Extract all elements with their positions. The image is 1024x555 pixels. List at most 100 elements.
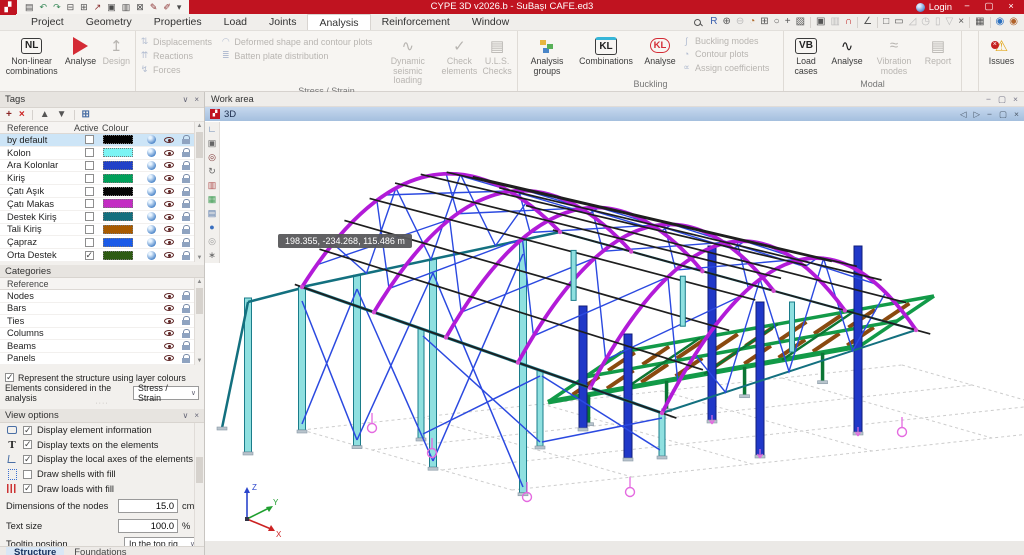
menu-item[interactable]: Geometry: [75, 14, 143, 30]
cancel-icon[interactable]: ×: [958, 14, 964, 30]
close-icon[interactable]: ×: [1014, 109, 1019, 120]
colour-swatch[interactable]: [103, 135, 133, 145]
visibility-eye-icon[interactable]: [163, 136, 174, 143]
maximize-icon[interactable]: ▢: [978, 0, 1000, 14]
lock-icon[interactable]: [181, 212, 190, 222]
minimize-icon[interactable]: −: [956, 0, 978, 14]
minimize-icon[interactable]: −: [987, 109, 992, 120]
elements-considered-select[interactable]: Stress / Strain ∨: [133, 383, 199, 403]
active-checkbox[interactable]: [84, 199, 94, 209]
separator[interactable]: [989, 16, 991, 28]
lock-icon[interactable]: [181, 186, 190, 196]
visibility-eye-icon[interactable]: [163, 162, 174, 169]
category-row[interactable]: Columns: [0, 327, 204, 340]
lock-icon[interactable]: [181, 173, 190, 183]
tags-scrollbar[interactable]: ▲ ▼: [194, 122, 204, 262]
pan-icon[interactable]: ∗: [208, 250, 216, 261]
separator[interactable]: [810, 16, 812, 28]
colour-swatch[interactable]: [103, 250, 133, 260]
cube-icon[interactable]: ▣: [208, 138, 217, 149]
help-icon[interactable]: ◉: [1009, 14, 1018, 30]
redraw-icon[interactable]: R: [710, 14, 717, 30]
visibility-eye-icon[interactable]: [163, 239, 174, 246]
lock-icon[interactable]: [181, 328, 190, 338]
render-3d-icon[interactable]: [147, 186, 156, 196]
visibility-eye-icon[interactable]: [163, 317, 174, 324]
axes-icon[interactable]: ∟: [208, 124, 217, 135]
option-checkbox[interactable]: [23, 454, 32, 465]
text-size-input[interactable]: [118, 518, 178, 533]
render-3d-icon[interactable]: [147, 224, 156, 234]
render-3d-icon[interactable]: [147, 148, 156, 158]
sphere-icon[interactable]: ●: [209, 222, 214, 233]
non-linear-combinations-button[interactable]: NL Non-linear combinations: [3, 33, 60, 76]
colour-swatch[interactable]: [103, 186, 133, 196]
delete-tag-icon[interactable]: ×: [19, 108, 25, 121]
render-3d-icon[interactable]: [147, 173, 156, 183]
close-panel-icon[interactable]: ×: [194, 411, 199, 420]
design-button[interactable]: ↥ Design: [101, 33, 132, 67]
forces-button[interactable]: ↯ Forces: [139, 64, 220, 75]
prev-view-icon[interactable]: ◁: [960, 109, 967, 120]
category-row[interactable]: Nodes: [0, 290, 204, 303]
buckling-analyse-button[interactable]: KL Analyse: [639, 33, 681, 67]
capture-icon[interactable]: ▣: [107, 0, 116, 14]
lock-icon[interactable]: [181, 250, 190, 260]
export-icon[interactable]: ↗: [94, 0, 102, 14]
window-icon[interactable]: ▤: [208, 208, 217, 219]
copy-icon[interactable]: ⊞: [80, 0, 88, 14]
zoom-in-icon[interactable]: ⊕: [722, 14, 730, 30]
option-checkbox[interactable]: [23, 483, 32, 494]
menu-item[interactable]: Reinforcement: [371, 14, 461, 30]
move-down-icon[interactable]: ▼: [57, 108, 67, 121]
collapse-panel-icon[interactable]: ∨: [182, 95, 188, 104]
analysis-groups-button[interactable]: Analysis groups: [521, 33, 573, 76]
visibility-eye-icon[interactable]: [163, 226, 174, 233]
colour-swatch[interactable]: [103, 224, 133, 234]
visibility-eye-icon[interactable]: [163, 355, 174, 362]
select-view-icon[interactable]: ◎: [208, 152, 216, 163]
minimize-icon[interactable]: −: [986, 94, 991, 105]
menu-item[interactable]: Properties: [143, 14, 213, 30]
active-checkbox[interactable]: [84, 212, 94, 222]
move-up-icon[interactable]: ▲: [40, 108, 50, 121]
assign-coefficients-button[interactable]: ∝ Assign coefficients: [681, 62, 777, 73]
uls-checks-button[interactable]: ▤ U.L.S. Checks: [480, 33, 514, 76]
menu-item[interactable]: Load: [213, 14, 258, 30]
menu-item[interactable]: Window: [461, 14, 520, 30]
displacements-button[interactable]: ⇅ Displacements: [139, 36, 220, 47]
category-row[interactable]: Beams: [0, 340, 204, 353]
view-3d-titlebar[interactable]: ▞ 3D ◁ ▷ − ▢ ×: [205, 107, 1024, 121]
visibility-eye-icon[interactable]: [163, 188, 174, 195]
close-icon[interactable]: ×: [1013, 94, 1018, 105]
analyse-button[interactable]: Analyse: [60, 33, 100, 67]
option-checkbox[interactable]: [23, 425, 32, 436]
tools-icon[interactable]: ✐: [163, 0, 171, 14]
visibility-eye-icon[interactable]: [163, 342, 174, 349]
lock-icon[interactable]: [181, 135, 190, 145]
render-3d-icon[interactable]: [147, 237, 156, 247]
screen-icon[interactable]: ▭: [894, 14, 903, 30]
visibility-eye-icon[interactable]: [163, 330, 174, 337]
colour-swatch[interactable]: [103, 237, 133, 247]
modal-analyse-button[interactable]: ∿ Analyse: [825, 33, 869, 67]
canvas-3d[interactable]: ∟ ▣ ◎ ↻ ▥ ▦ ▤ ● ◎ ∗ 198.355, -234.268, 115.486 m …: [205, 121, 1024, 541]
lock-icon[interactable]: ⊠: [136, 0, 144, 14]
cascade-windows-icon[interactable]: ▥: [830, 14, 839, 30]
load-cases-button[interactable]: VB Load cases: [787, 33, 825, 76]
texture-icon[interactable]: ▧: [796, 14, 805, 30]
render-3d-icon[interactable]: [147, 199, 156, 209]
visibility-eye-icon[interactable]: [163, 200, 174, 207]
category-row[interactable]: Ties: [0, 315, 204, 328]
category-row[interactable]: Panels: [0, 352, 204, 365]
menu-item[interactable]: Analysis: [307, 14, 371, 30]
layer-colours-checkbox[interactable]: [5, 372, 14, 383]
app-logo-icon[interactable]: ▞: [0, 0, 16, 15]
view-options-scrollbar[interactable]: [194, 423, 204, 551]
tag-row[interactable]: Kolon: [0, 146, 204, 160]
collapse-panel-icon[interactable]: ∨: [182, 411, 188, 420]
lock-icon[interactable]: [181, 291, 190, 301]
active-checkbox[interactable]: [84, 237, 94, 247]
save-icon[interactable]: ▤: [25, 0, 34, 14]
login-button[interactable]: Login: [915, 0, 952, 14]
